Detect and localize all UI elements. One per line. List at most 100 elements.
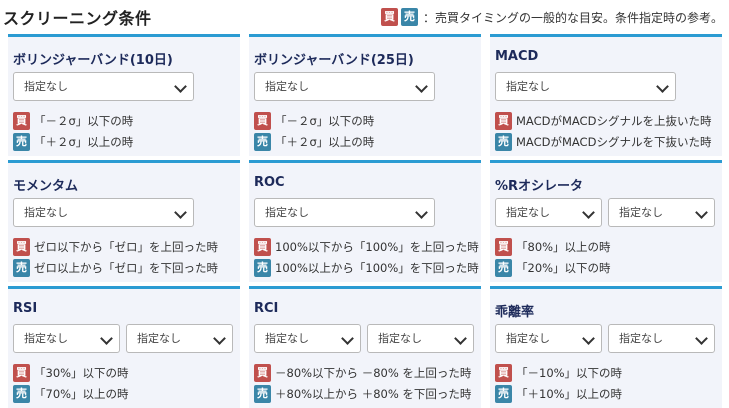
sell-condition: 売「20%」以下の時 [495, 259, 611, 277]
buy-condition: 買 MACDがMACDシグナルを上抜いた時 [495, 112, 711, 130]
buy-badge: 買 [13, 364, 30, 382]
cell-rci: RCI 指定なし 指定なし 買 －80%以下から －80% を上回った時 売 ＋80… [249, 286, 481, 408]
sell-condition-text: 100%以上から「100%」を下回った時 [275, 261, 479, 275]
sell-condition: 売「＋２σ」以上の時 [254, 133, 374, 151]
sell-badge: 売 [400, 8, 418, 26]
sell-badge: 売 [254, 259, 271, 277]
chevron-down-icon [415, 80, 428, 93]
condition-select[interactable]: 指定なし [13, 72, 194, 101]
cell-title: モメンタム [13, 179, 79, 194]
sell-condition-text: 「＋10%」以上の時 [516, 387, 623, 401]
sell-badge: 売 [495, 259, 512, 277]
sell-condition-text: ＋80%以上から ＋80% を下回った時 [275, 387, 472, 401]
buy-condition: 買「－10%」以下の時 [495, 364, 622, 382]
sell-condition-text: 「70%」以上の時 [34, 387, 129, 401]
chevron-down-icon [656, 80, 669, 93]
sell-condition: 売「70%」以上の時 [13, 385, 129, 403]
chevron-down-icon [695, 332, 708, 345]
buy-badge: 買 [254, 112, 271, 130]
buy-condition: 買「80%」以上の時 [495, 238, 611, 256]
cell-title: ボリンジャーバンド(10日) [13, 53, 173, 68]
buy-condition-text: 「30%」以下の時 [34, 366, 129, 380]
chevron-down-icon [213, 332, 226, 345]
cell-title: %Rオシレータ [495, 179, 584, 194]
cell-r-oscillator: %Rオシレータ 指定なし 指定なし 買「80%」以上の時 売「20%」以下の時 [490, 160, 722, 282]
cell-title: MACD [495, 49, 539, 64]
buy-condition: 買ゼロ以下から「ゼロ」を上回った時 [13, 238, 218, 256]
condition-select-buy[interactable]: 指定なし [13, 324, 120, 353]
cell-title: ROC [254, 175, 285, 190]
chevron-down-icon [582, 332, 595, 345]
chevron-down-icon [695, 206, 708, 219]
chevron-down-icon [415, 206, 428, 219]
chevron-down-icon [174, 80, 187, 93]
cell-rsi: RSI 指定なし 指定なし 買「30%」以下の時 売「70%」以上の時 [8, 286, 240, 408]
buy-badge: 買 [495, 238, 512, 256]
buy-condition: 買「－２σ」以下の時 [254, 112, 374, 130]
buy-condition-text: 「－２σ」以下の時 [275, 114, 375, 128]
screening-grid: ボリンジャーバンド(10日) 指定なし 買「－２σ」以下の時 売「＋２σ」以上の… [8, 34, 722, 408]
sell-badge: 売 [13, 133, 30, 151]
condition-select[interactable]: 指定なし [495, 72, 676, 101]
chevron-down-icon [100, 332, 113, 345]
sell-badge: 売 [254, 133, 271, 151]
page-title: スクリーニング条件 [3, 9, 152, 28]
buy-condition-text: 「80%」以上の時 [516, 240, 611, 254]
buy-condition: 買「－２σ」以下の時 [13, 112, 133, 130]
select-value: 指定なし [619, 206, 663, 219]
sell-condition: 売 MACDがMACDシグナルを下抜いた時 [495, 133, 711, 151]
cell-bollinger-25: ボリンジャーバンド(25日) 指定なし 買「－２σ」以下の時 売「＋２σ」以上の… [249, 34, 481, 156]
sell-badge: 売 [13, 259, 30, 277]
sell-condition: 売ゼロ以上から「ゼロ」を下回った時 [13, 259, 218, 277]
sell-condition: 売「＋２σ」以上の時 [13, 133, 133, 151]
sell-condition: 売「＋10%」以上の時 [495, 385, 622, 403]
buy-badge: 買 [13, 238, 30, 256]
condition-select-sell[interactable]: 指定なし [608, 324, 715, 353]
condition-select-buy[interactable]: 指定なし [254, 324, 361, 353]
select-value: 指定なし [265, 80, 309, 93]
select-value: 指定なし [137, 332, 181, 345]
cell-bollinger-10: ボリンジャーバンド(10日) 指定なし 買「－２σ」以下の時 売「＋２σ」以上の… [8, 34, 240, 156]
sell-condition-text: 「＋２σ」以上の時 [275, 135, 375, 149]
buy-condition-text: 100%以下から「100%」を上回った時 [275, 240, 479, 254]
select-value: 指定なし [506, 206, 550, 219]
condition-select-sell[interactable]: 指定なし [608, 198, 715, 227]
cell-momentum: モメンタム 指定なし 買ゼロ以下から「ゼロ」を上回った時 売ゼロ以上から「ゼロ」… [8, 160, 240, 282]
condition-select[interactable]: 指定なし [254, 198, 435, 227]
condition-select-buy[interactable]: 指定なし [495, 324, 602, 353]
buy-condition-text: －80%以下から －80% を上回った時 [275, 366, 472, 380]
header: スクリーニング条件 買 売 ：売買タイミングの一般的な目安。条件指定時の参考。 [0, 0, 729, 32]
buy-badge: 買 [495, 364, 512, 382]
buy-condition-text: 「－10%」以下の時 [516, 366, 623, 380]
buy-badge: 買 [380, 8, 398, 26]
chevron-down-icon [582, 206, 595, 219]
cell-title: RCI [254, 301, 279, 316]
cell-macd: MACD 指定なし 買 MACDがMACDシグナルを上抜いた時 売 MACDがMAC… [490, 34, 722, 156]
condition-select[interactable]: 指定なし [13, 198, 194, 227]
cell-roc: ROC 指定なし 買 100%以下から「100%」を上回った時 売 100%以上から… [249, 160, 481, 282]
condition-select-sell[interactable]: 指定なし [126, 324, 233, 353]
select-value: 指定なし [265, 332, 309, 345]
condition-select[interactable]: 指定なし [254, 72, 435, 101]
select-value: 指定なし [24, 206, 68, 219]
sell-condition: 売 ＋80%以上から ＋80% を下回った時 [254, 385, 471, 403]
buy-condition-text: 「－２σ」以下の時 [34, 114, 134, 128]
condition-select-sell[interactable]: 指定なし [367, 324, 474, 353]
cell-title: RSI [13, 301, 38, 316]
select-value: 指定なし [378, 332, 422, 345]
chevron-down-icon [341, 332, 354, 345]
select-value: 指定なし [24, 332, 68, 345]
buy-condition: 買 100%以下から「100%」を上回った時 [254, 238, 479, 256]
legend: 買 売 ：売買タイミングの一般的な目安。条件指定時の参考。 [380, 7, 723, 27]
buy-badge: 買 [13, 112, 30, 130]
sell-condition-text: MACDがMACDシグナルを下抜いた時 [516, 135, 712, 149]
buy-condition: 買「30%」以下の時 [13, 364, 129, 382]
sell-condition-text: 「＋２σ」以上の時 [34, 135, 134, 149]
buy-condition: 買 －80%以下から －80% を上回った時 [254, 364, 471, 382]
condition-select-buy[interactable]: 指定なし [495, 198, 602, 227]
chevron-down-icon [454, 332, 467, 345]
buy-badge: 買 [495, 112, 512, 130]
sell-condition-text: 「20%」以下の時 [516, 261, 611, 275]
select-value: 指定なし [506, 332, 550, 345]
cell-title: ボリンジャーバンド(25日) [254, 53, 414, 68]
